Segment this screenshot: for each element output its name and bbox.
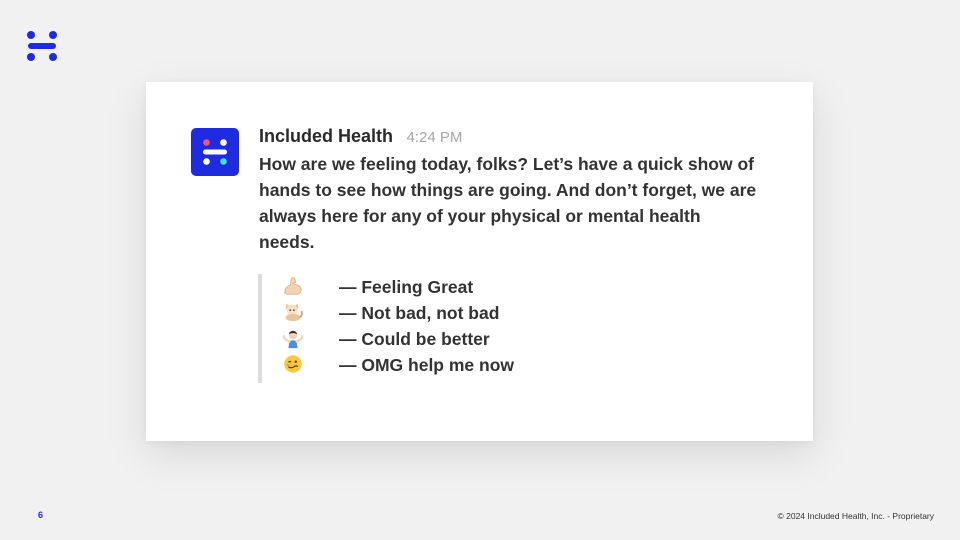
flexed-biceps-emoji-icon bbox=[284, 277, 302, 295]
chat-message-card: Included Health 4:24 PM How are we feeli… bbox=[146, 82, 813, 441]
poll-option-label: — Could be better bbox=[339, 329, 490, 349]
poll-option-label: — Not bad, not bad bbox=[339, 303, 500, 323]
avatar bbox=[191, 128, 239, 176]
poll-option-label: — OMG help me now bbox=[339, 355, 515, 375]
copyright-notice: © 2024 Included Health, Inc. - Proprieta… bbox=[777, 511, 934, 521]
sender-name[interactable]: Included Health bbox=[259, 126, 393, 146]
included-health-avatar-icon bbox=[203, 139, 227, 165]
cat-emoji-icon bbox=[285, 303, 303, 322]
message-header: Included Health 4:24 PM bbox=[259, 126, 462, 147]
person-shrugging-emoji-icon bbox=[282, 330, 304, 349]
poll-option-not-bad: — Not bad, not bad bbox=[282, 300, 499, 324]
poll-option-label: — Feeling Great bbox=[339, 277, 474, 297]
poll-options: — Feeling Great — Not bad, not bad — Cou… bbox=[258, 274, 522, 383]
poll-option-could-be-better: — Could be better bbox=[282, 326, 490, 350]
page-number: 6 bbox=[38, 510, 44, 520]
poll-option-omg-help: — OMG help me now bbox=[282, 352, 514, 376]
message-text: How are we feeling today, folks? Let’s h… bbox=[259, 154, 757, 252]
woozy-face-emoji-icon bbox=[284, 355, 302, 373]
included-health-logo-icon bbox=[27, 31, 57, 61]
poll-option-feeling-great: — Feeling Great bbox=[282, 274, 473, 298]
message-timestamp[interactable]: 4:24 PM bbox=[406, 129, 462, 146]
